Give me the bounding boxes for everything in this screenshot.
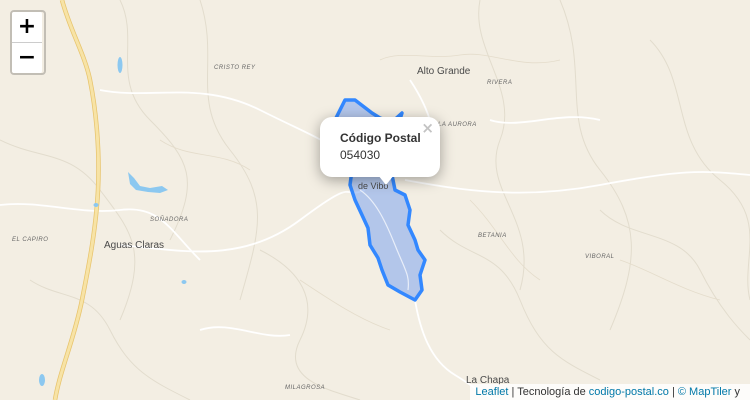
zoom-control: + − — [10, 10, 46, 75]
site-link[interactable]: codigo-postal.co — [589, 386, 669, 398]
place-label-sonadora: SOÑADORA — [150, 217, 189, 223]
place-label-cristo-rey: CRISTO REY — [214, 65, 256, 71]
place-label-la-aurora: LA AURORA — [438, 122, 477, 128]
map-canvas[interactable]: Alto Grande Aguas Claras La Chapa de Vib… — [0, 0, 750, 400]
postal-code-popup: × Código Postal 054030 — [320, 117, 440, 185]
zoom-out-button[interactable]: − — [12, 43, 42, 73]
place-label-betania: BETANIA — [478, 233, 507, 239]
place-label-milagrosa: MILAGROSA — [285, 385, 326, 391]
maptiler-link[interactable]: © MapTiler — [678, 386, 732, 398]
place-label-viboral: VIBORAL — [585, 254, 615, 260]
leaflet-link[interactable]: Leaflet — [475, 386, 508, 398]
attribution-tail: y — [734, 386, 741, 398]
popup-title: Código Postal — [340, 131, 421, 145]
popup-tip — [378, 175, 394, 185]
attribution-tech-text: Tecnología de — [517, 386, 586, 398]
place-label-alto-grande: Alto Grande — [417, 66, 471, 77]
place-label-aguas-claras: Aguas Claras — [104, 240, 165, 251]
map-attribution: Leaflet | Tecnología de codigo-postal.co… — [470, 384, 750, 400]
map-tiles — [0, 0, 750, 400]
place-label-rivera: RIVERA — [487, 80, 513, 86]
popup-postal-code: 054030 — [340, 148, 381, 162]
attribution-separator-2: | — [671, 386, 675, 398]
place-label-el-capiro: EL CAPIRO — [12, 237, 49, 243]
zoom-in-button[interactable]: + — [12, 12, 42, 43]
attribution-separator: | — [511, 386, 515, 398]
popup-close-button[interactable]: × — [421, 119, 434, 137]
